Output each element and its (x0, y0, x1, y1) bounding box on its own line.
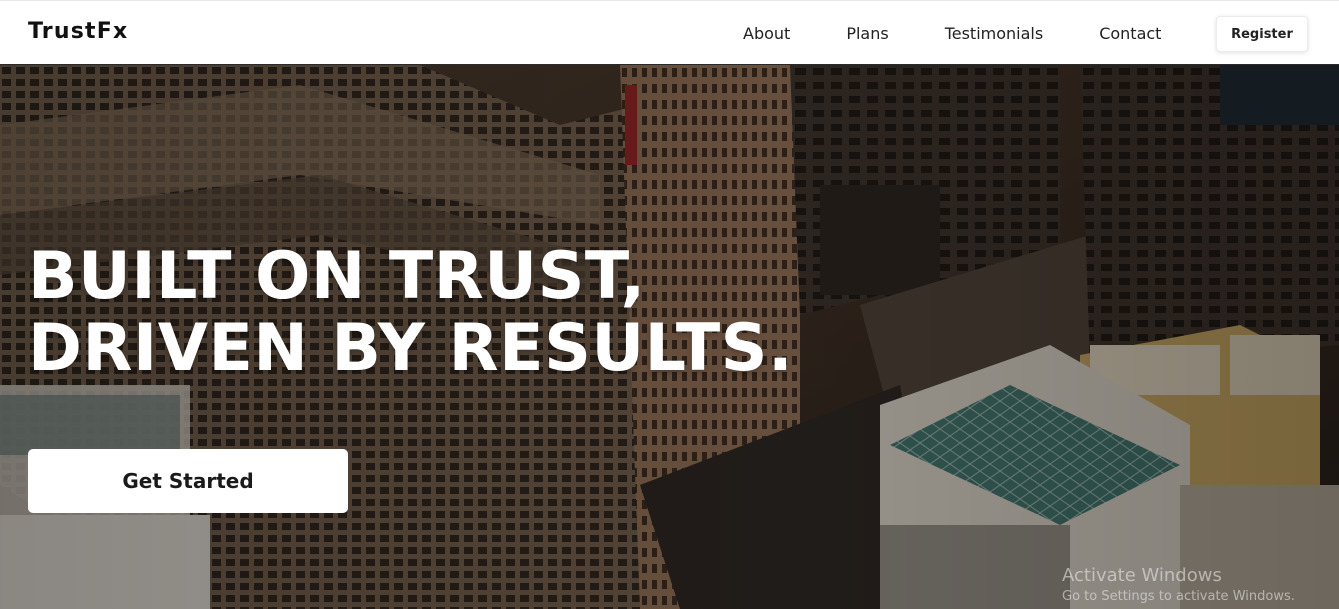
nav-link-plans[interactable]: Plans (846, 24, 888, 43)
get-started-button[interactable]: Get Started (28, 449, 348, 513)
register-button[interactable]: Register (1216, 16, 1308, 52)
hero-headline: BUILT ON TRUST, DRIVEN BY RESULTS. (28, 241, 793, 385)
hero-headline-line-1: BUILT ON TRUST, (28, 239, 646, 314)
hero-headline-line-2: DRIVEN BY RESULTS. (28, 311, 794, 386)
hero-section: BUILT ON TRUST, DRIVEN BY RESULTS. Get S… (0, 65, 1339, 609)
nav-link-testimonials[interactable]: Testimonials (945, 24, 1044, 43)
watermark-title: Activate Windows (1062, 565, 1222, 586)
brand-logo[interactable]: TrustFx (28, 19, 128, 44)
activate-windows-watermark: Activate Windows Go to Settings to activ… (1062, 566, 1295, 606)
watermark-subtitle: Go to Settings to activate Windows. (1062, 589, 1295, 604)
nav-link-about[interactable]: About (743, 24, 790, 43)
nav-link-contact[interactable]: Contact (1099, 24, 1161, 43)
nav-links: About Plans Testimonials Contact (743, 1, 1161, 65)
top-navbar: TrustFx About Plans Testimonials Contact… (0, 0, 1339, 65)
